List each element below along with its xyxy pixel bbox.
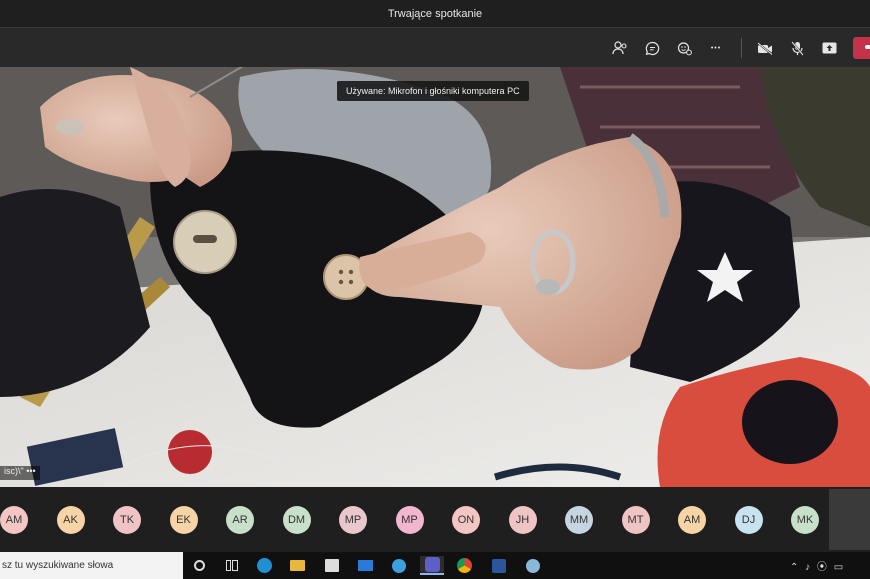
- participants-button[interactable]: [608, 36, 632, 60]
- main-video-feed: Używane: Mikrofon i głośniki komputera P…: [0, 67, 870, 487]
- participant-avatar[interactable]: AM: [678, 506, 706, 534]
- edge-icon: [257, 558, 272, 573]
- participant-avatar[interactable]: MP: [395, 506, 424, 534]
- participant-avatar[interactable]: ON: [452, 506, 480, 534]
- leave-call-button[interactable]: [853, 37, 870, 59]
- paint-icon: [525, 558, 540, 573]
- chrome-icon: [457, 558, 472, 573]
- file-explorer-icon: [290, 560, 305, 571]
- video-frame-image: [0, 67, 870, 487]
- camera-toggle-button[interactable]: [753, 36, 777, 60]
- chat-icon: [645, 41, 659, 55]
- taskbar-file-explorer[interactable]: [288, 556, 307, 575]
- participants-strip: AM AK TK EK AR DM MP MP ON JH MM MT AM DJ MK: [0, 487, 870, 552]
- word-icon: [491, 558, 506, 573]
- task-view-button[interactable]: [222, 556, 241, 575]
- participant-avatar[interactable]: AK: [56, 506, 85, 534]
- participant-avatar[interactable]: MM: [565, 506, 593, 534]
- search-placeholder: sz tu wyszukiwane słowa: [2, 560, 114, 571]
- leave-call-icon: [865, 45, 870, 49]
- participant-avatar[interactable]: AR: [226, 506, 254, 534]
- more-icon: •••: [710, 44, 722, 52]
- teams-meeting-window: Trwające spotkanie ••• Używane: Mikrofon…: [0, 0, 870, 579]
- mic-off-icon: [790, 40, 804, 56]
- clipchamp-icon: [391, 558, 406, 573]
- participant-avatar[interactable]: MT: [621, 506, 650, 534]
- more-actions-button[interactable]: •••: [704, 36, 728, 60]
- share-screen-icon: [822, 42, 836, 54]
- store-icon: [324, 559, 339, 572]
- meeting-toolbar: •••: [0, 27, 870, 67]
- chat-button[interactable]: [640, 36, 664, 60]
- mail-icon: [358, 560, 373, 571]
- participant-avatar[interactable]: MP: [339, 506, 367, 534]
- participant-overflow-tile[interactable]: [829, 489, 870, 550]
- system-tray[interactable]: ⌃ ♪ ⦿ ▭: [790, 558, 845, 573]
- cortana-button[interactable]: [190, 556, 209, 575]
- participant-avatar[interactable]: TK: [113, 506, 141, 534]
- participant-avatar[interactable]: JH: [508, 506, 537, 534]
- reactions-icon: [677, 41, 692, 55]
- taskbar-store[interactable]: [322, 556, 341, 575]
- participant-avatar[interactable]: DM: [282, 506, 311, 534]
- participant-avatar[interactable]: AM: [0, 506, 28, 534]
- share-screen-button[interactable]: [817, 36, 841, 60]
- audio-device-tooltip: Używane: Mikrofon i głośniki komputera P…: [337, 81, 529, 101]
- taskbar-word[interactable]: [489, 556, 508, 575]
- reactions-button[interactable]: [672, 36, 696, 60]
- speaker-name-label[interactable]: isc)\" •••: [0, 466, 40, 480]
- windows-taskbar: sz tu wyszukiwane słowa ⌃ ♪ ⦿ ▭: [0, 552, 870, 579]
- microphone-toggle-button[interactable]: [785, 36, 809, 60]
- taskbar-app[interactable]: [389, 556, 408, 575]
- teams-icon: [424, 557, 440, 572]
- cortana-icon: [194, 560, 205, 571]
- participant-avatar[interactable]: EK: [169, 506, 198, 534]
- taskbar-chrome[interactable]: [455, 556, 474, 575]
- title-bar: Trwające spotkanie: [0, 0, 870, 27]
- taskbar-edge[interactable]: [255, 556, 274, 575]
- task-view-icon: [225, 560, 238, 571]
- camera-off-icon: [757, 41, 773, 55]
- participant-avatar[interactable]: MK: [791, 506, 819, 534]
- participant-avatar[interactable]: DJ: [734, 506, 763, 534]
- toolbar-divider: [741, 38, 742, 58]
- participants-icon: [612, 41, 627, 55]
- taskbar-mail[interactable]: [356, 556, 375, 575]
- taskbar-teams[interactable]: [420, 556, 444, 575]
- window-title: Trwające spotkanie: [387, 7, 483, 20]
- taskbar-search-box[interactable]: sz tu wyszukiwane słowa: [0, 552, 183, 579]
- taskbar-paint[interactable]: [523, 556, 542, 575]
